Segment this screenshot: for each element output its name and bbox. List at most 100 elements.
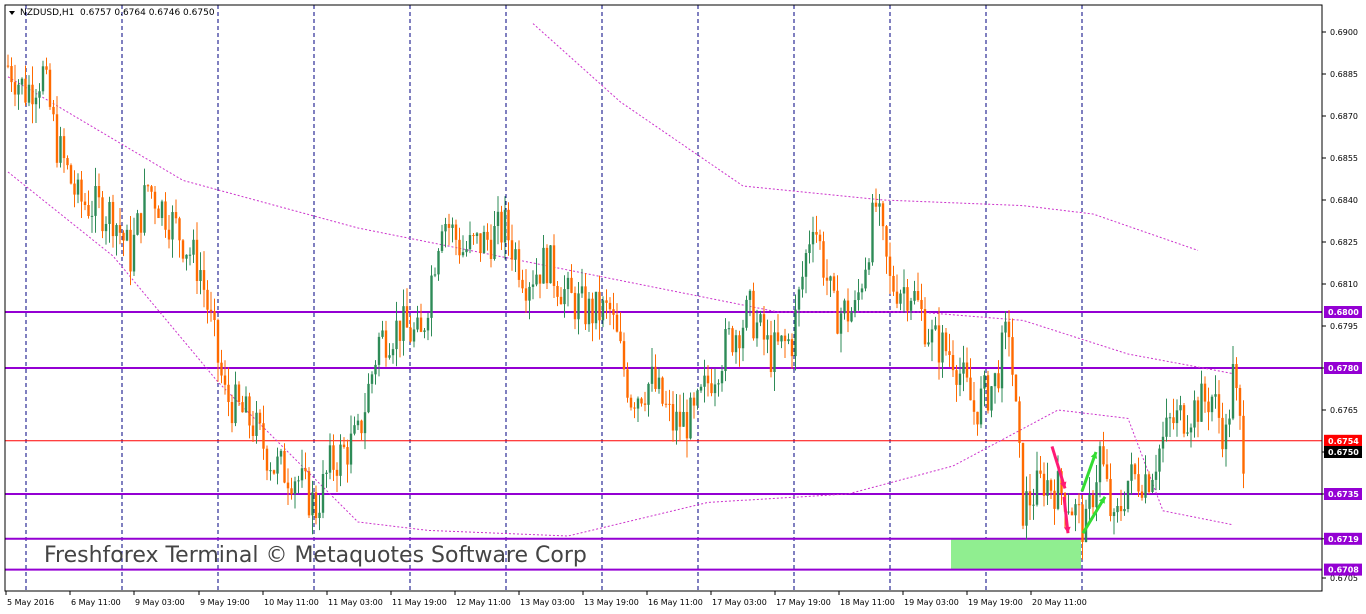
bearish-candle [167,229,171,240]
bullish-candle [199,270,202,282]
bearish-candle [178,218,181,241]
bearish-candle [202,270,206,290]
bullish-candle [1200,383,1203,422]
bearish-candle [888,256,892,276]
bullish-candle [804,253,808,277]
bearish-candle [153,191,157,209]
bearish-candle [139,213,143,233]
bearish-candle [405,306,409,328]
bearish-candle [605,300,608,303]
bullish-candle [724,329,727,372]
bearish-candle [825,277,829,281]
bearish-candle [479,233,482,254]
bearish-candle [87,205,90,216]
bearish-candle [307,471,311,516]
bullish-candle [1151,479,1154,492]
bullish-candle [1088,494,1091,509]
bearish-candle [783,335,787,342]
bullish-candle [930,329,934,343]
bearish-candle [80,179,83,202]
bullish-candle [1154,471,1158,480]
bearish-candle [1021,442,1025,526]
bullish-candle [104,223,108,232]
bearish-candle [101,197,104,232]
bullish-candle [94,186,97,216]
bullish-candle [339,444,342,476]
bearish-candle [556,285,559,297]
bearish-candle [10,66,13,83]
candlestick-chart[interactable]: 0.6900 0.6885 0.6870 0.6855 0.6840 0.6825 0.68… [0,0,1366,610]
bullish-candle [780,335,783,342]
bearish-candle [671,404,675,431]
bearish-candle [661,377,664,404]
bullish-candle [76,179,80,195]
bearish-candle [447,223,451,228]
bearish-candle [920,299,923,310]
bearish-candle [923,309,927,345]
bearish-candle [906,287,909,311]
bullish-candle [374,364,377,375]
bearish-candle [895,291,899,304]
bearish-candle [626,369,629,398]
price-tick-label: 0.6870 [1330,112,1358,121]
bearish-candle [150,186,153,192]
bullish-candle [528,286,531,301]
bullish-candle [1056,471,1060,509]
bearish-candle [664,403,668,405]
bullish-candle [1123,509,1126,512]
bearish-candle [822,241,825,278]
bullish-candle [1168,417,1172,419]
bearish-candle [969,377,972,401]
chart-header: NZDUSD,H1 0.6757 0.6764 0.6746 0.6750 [9,8,215,18]
bullish-candle [108,201,111,224]
bullish-candle [325,472,328,474]
bearish-candle [731,328,734,353]
bearish-candle [206,289,209,310]
chart-window[interactable]: 0.6900 0.6885 0.6870 0.6855 0.6840 0.6825 0.68… [0,0,1366,610]
bullish-candle [1046,480,1049,496]
bearish-candle [836,290,839,334]
bearish-candle [454,224,458,240]
bullish-candle [1074,504,1077,516]
bearish-candle [45,66,48,70]
bearish-candle [510,240,514,260]
bullish-candle [59,136,62,163]
bearish-candle [335,469,339,476]
bearish-candle [346,447,349,465]
time-tick-label: 13 May 19:00 [584,598,639,607]
bullish-candle [829,276,832,281]
bearish-candle [685,411,689,439]
time-tick-label: 9 May 03:00 [135,598,185,607]
bearish-candle [643,403,647,405]
time-tick-label: 17 May 19:00 [776,598,831,607]
bearish-candle [986,375,990,411]
bearish-candle [52,106,55,115]
bearish-candle [24,78,27,103]
bearish-candle [892,275,895,292]
bearish-candle [248,396,251,426]
bullish-candle [601,300,605,321]
bullish-candle [465,249,468,253]
bearish-candle [615,314,619,332]
time-tick-label: 16 May 11:00 [648,598,703,607]
bullish-candle [1098,446,1102,483]
bullish-candle [1161,436,1165,449]
bullish-candle [549,245,552,284]
bullish-candle [493,226,496,259]
bullish-candle [934,325,937,330]
bullish-candle [234,384,237,424]
bearish-candle [1147,474,1151,492]
time-tick-label: 13 May 03:00 [520,598,575,607]
forecast-zone-layer [951,538,1081,570]
bullish-candle [370,374,374,384]
bullish-candle [185,254,188,259]
bullish-candle [990,386,993,411]
bullish-candle [713,384,717,394]
level-price-label: 0.6780 [1328,364,1359,373]
bullish-candle [1179,405,1182,411]
bullish-candle [1067,511,1070,513]
bearish-candle [13,82,17,95]
bearish-candle [710,383,713,394]
bullish-candle [587,298,591,325]
bearish-candle [1007,321,1011,338]
